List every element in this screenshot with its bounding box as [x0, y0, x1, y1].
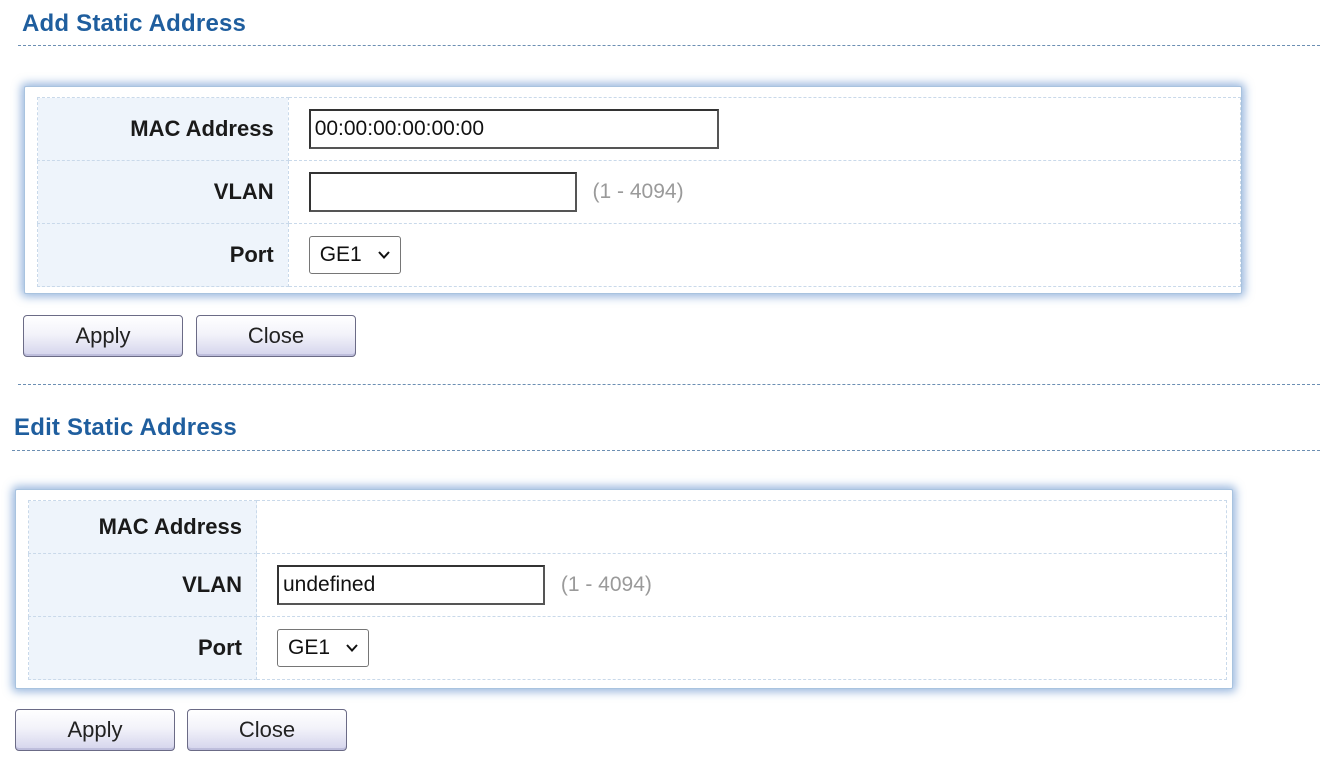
- edit-section-title-divider: [12, 450, 1320, 451]
- add-section-title: Add Static Address: [22, 10, 247, 37]
- edit-vlan-cell: (1 - 4094): [256, 553, 1227, 617]
- add-port-select[interactable]: GE1: [308, 236, 401, 274]
- add-port-row: Port GE1: [37, 223, 1242, 287]
- add-vlan-cell: (1 - 4094): [287, 160, 1242, 224]
- add-close-button[interactable]: Close: [196, 315, 356, 357]
- add-port-label: Port: [37, 223, 289, 287]
- edit-port-select[interactable]: GE1: [277, 629, 370, 667]
- edit-vlan-label: VLAN: [28, 553, 257, 617]
- edit-vlan-input[interactable]: [277, 565, 545, 605]
- add-form-panel: MAC Address VLAN (1 - 4094) Port GE1: [24, 86, 1242, 294]
- edit-mac-value: [256, 500, 1227, 554]
- add-mac-cell: [287, 97, 1242, 161]
- add-vlan-input[interactable]: [308, 172, 577, 212]
- edit-mac-label: MAC Address: [28, 500, 257, 554]
- add-mac-row: MAC Address: [37, 97, 1242, 161]
- edit-form-panel: MAC Address VLAN (1 - 4094) Port GE1: [15, 489, 1233, 689]
- add-port-cell: GE1: [287, 223, 1242, 287]
- edit-close-button[interactable]: Close: [187, 709, 347, 751]
- edit-form-table: MAC Address VLAN (1 - 4094) Port GE1: [28, 500, 1227, 680]
- chevron-down-icon: [346, 644, 358, 652]
- add-apply-button[interactable]: Apply: [23, 315, 183, 357]
- edit-port-selected-value: GE1: [288, 636, 331, 659]
- edit-apply-button[interactable]: Apply: [15, 709, 175, 751]
- edit-static-address-section: Edit Static Address MAC Address VLAN (1 …: [0, 400, 1327, 782]
- edit-mac-row: MAC Address: [28, 500, 1227, 554]
- add-section-title-divider: [18, 45, 1320, 46]
- add-mac-label: MAC Address: [37, 97, 289, 161]
- add-port-selected-value: GE1: [319, 243, 362, 266]
- edit-port-label: Port: [28, 616, 257, 680]
- edit-port-row: Port GE1: [28, 616, 1227, 680]
- edit-section-title: Edit Static Address: [14, 414, 237, 441]
- add-static-address-section: Add Static Address MAC Address VLAN (1 -…: [0, 0, 1327, 370]
- edit-port-cell: GE1: [256, 616, 1227, 680]
- edit-vlan-row: VLAN (1 - 4094): [28, 553, 1227, 617]
- add-mac-address-input[interactable]: [308, 109, 719, 149]
- add-form-table: MAC Address VLAN (1 - 4094) Port GE1: [37, 97, 1242, 287]
- section-separator: [18, 384, 1320, 385]
- add-vlan-label: VLAN: [37, 160, 289, 224]
- edit-vlan-range-hint: (1 - 4094): [560, 573, 652, 596]
- chevron-down-icon: [377, 251, 390, 259]
- add-vlan-range-hint: (1 - 4094): [592, 180, 684, 203]
- add-vlan-row: VLAN (1 - 4094): [37, 160, 1242, 224]
